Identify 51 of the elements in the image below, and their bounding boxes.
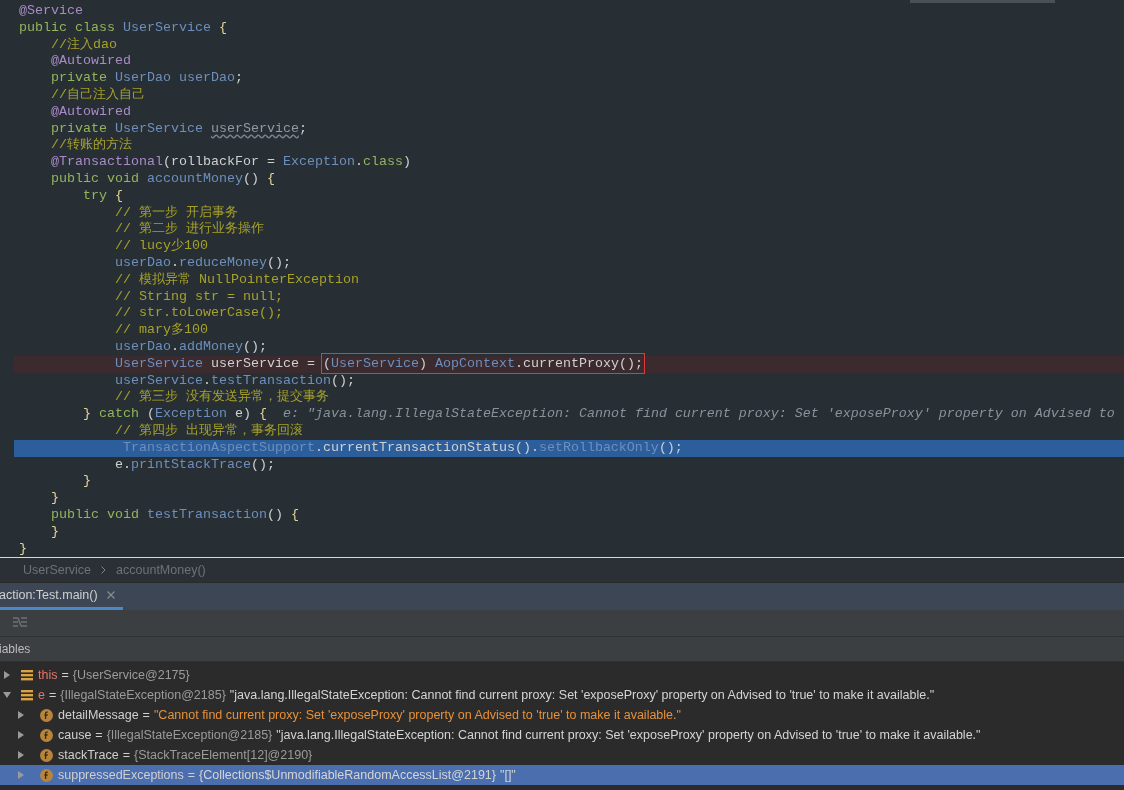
panel-title: iables (0, 641, 31, 658)
expanded-arrow-icon[interactable] (3, 691, 11, 699)
variable-row[interactable]: cause = {IllegalStateException@2185} "java.lang.IllegalStateException: Cannot find current proxy: Set 'exposeProxy' property on Advised to 'true' to make it available." (0, 725, 1124, 745)
code-line: // mary多100 (113, 322, 209, 339)
code-line: // str.toLowerCase(); (113, 305, 284, 322)
code-line: // 模拟异常 NullPointerException (113, 271, 360, 289)
variable-row[interactable]: suppressedExceptions = {Collections$UnmodifiableRandomAccessList@2191} "[]" (0, 765, 1124, 785)
code-line: public void testTransaction() { (50, 506, 300, 524)
code-line: // lucy少100 (113, 238, 209, 255)
code-line: // 第三步 没有发送异常，提交事务 (113, 389, 330, 407)
code-line: userDao.reduceMoney(); (113, 254, 292, 272)
code-line: // 第四步 出现异常，事务回滚 (113, 422, 304, 440)
code-line: } (82, 473, 92, 491)
code-line: e.printStackTrace(); (113, 456, 276, 474)
code-line: private UserService userService; (50, 120, 308, 137)
code-line: } (50, 490, 60, 507)
code-line: // 第二步 进行业务操作 (113, 221, 265, 238)
close-icon[interactable] (106, 591, 115, 599)
field-icon (40, 708, 53, 722)
variable-row[interactable]: detailMessage = "Cannot find current proxy: Set 'exposeProxy' property on Advised to 'true' to make it available." (0, 705, 1124, 725)
code-line: // String str = null; (113, 288, 284, 306)
code-line: public void accountMoney() { (50, 170, 276, 188)
field-icon (40, 748, 53, 762)
code-line: @Service (18, 3, 84, 20)
code-line: } (18, 540, 28, 557)
code-line: userDao.addMoney(); (113, 338, 268, 356)
code-line: //自己注入自己 (50, 87, 146, 104)
code-line: try { (82, 187, 124, 205)
code-line: //注入dao (50, 36, 118, 54)
code-line: private UserDao userDao; (50, 70, 244, 87)
code-line: } (50, 523, 60, 541)
code-line: //转账的方法 (50, 137, 133, 155)
variable-row[interactable]: this = {UserService@2175} (0, 665, 1124, 685)
variable-icon (21, 669, 33, 681)
chevron-icon (101, 566, 107, 574)
code-line: @Autowired (50, 103, 132, 121)
variable-row[interactable]: e = {IllegalStateException@2185} "java.lang.IllegalStateException: Cannot find current proxy: Set 'exposeProxy' property on Advised to 'true' to make it available." (0, 685, 1124, 705)
field-icon (40, 768, 53, 782)
code-line: } catch (Exception e) { e: "java.lang.IllegalStateException: Cannot find current proxy: Set 'exposeProxy' property on Advised to (82, 406, 1116, 423)
variable-row[interactable]: stackTrace = {StackTraceElement[12]@2190} (0, 745, 1124, 765)
code-line: // 第一步 开启事务 (113, 204, 239, 221)
code-line: @Transactional(rollbackFor = Exception.class) (50, 154, 412, 171)
variable-icon (21, 689, 33, 701)
collapsed-arrow-icon[interactable] (3, 671, 11, 679)
code-line: userService.testTransaction(); (113, 372, 356, 389)
field-icon (40, 728, 53, 742)
collapsed-arrow-icon[interactable] (17, 731, 25, 739)
collapsed-arrow-icon[interactable] (17, 711, 25, 719)
code-line: public class UserService { (18, 19, 228, 37)
collapsed-arrow-icon[interactable] (17, 751, 25, 759)
code-line: @Autowired (50, 53, 132, 71)
